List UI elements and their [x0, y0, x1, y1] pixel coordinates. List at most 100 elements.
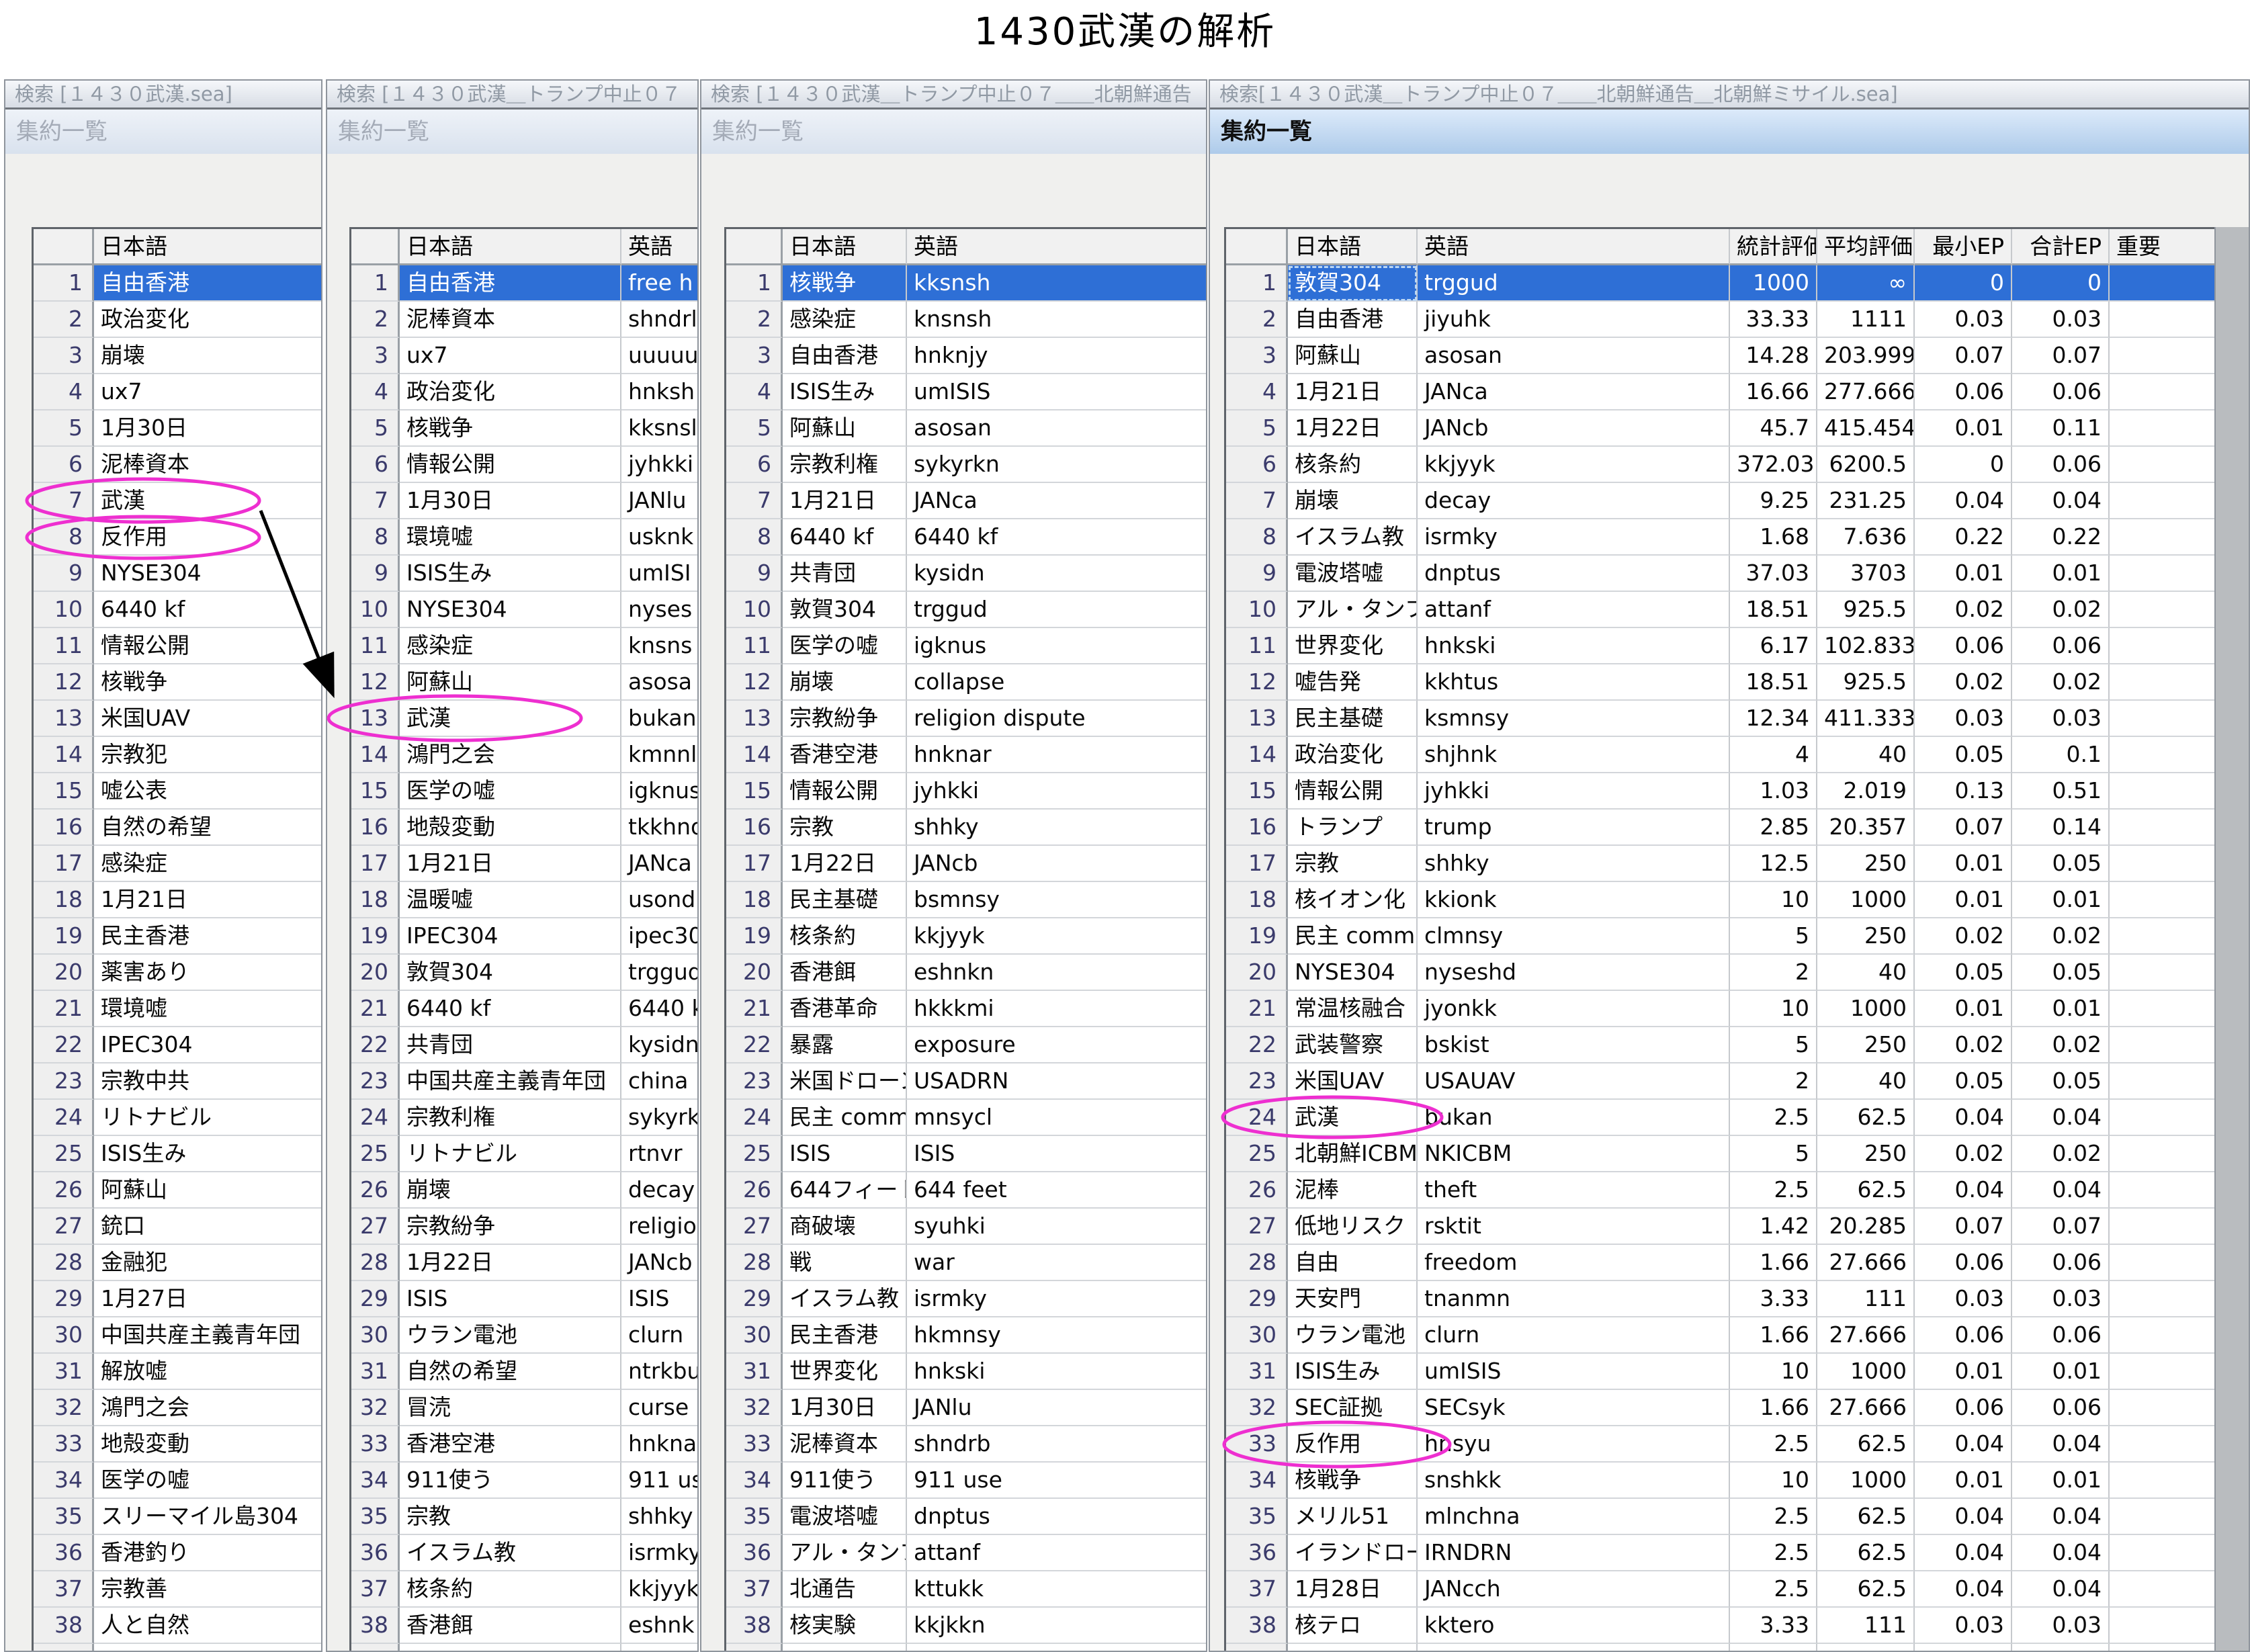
cell-s1[interactable]: 18.51 [1730, 592, 1817, 628]
cell-imp[interactable] [2110, 737, 2220, 773]
cell-en[interactable]: shhky [1418, 846, 1730, 882]
cell-num[interactable]: 7 [726, 483, 783, 519]
cell-ja[interactable]: 民主香港 [94, 918, 322, 955]
cell-num[interactable]: 24 [351, 1100, 400, 1136]
cell-en[interactable]: tkkhno [621, 810, 699, 846]
cell-en[interactable]: jyhkki [621, 447, 699, 483]
cell-num[interactable]: 4 [1226, 374, 1288, 410]
cell-en[interactable]: curse [621, 1390, 699, 1426]
cell-imp[interactable] [2110, 1100, 2220, 1136]
cell-s3[interactable]: 0.01 [1915, 991, 2012, 1027]
cell-ja[interactable]: 常温核融合 [1288, 991, 1418, 1027]
cell-en[interactable]: religio [621, 1209, 699, 1245]
cell-en[interactable]: trump [1418, 810, 1730, 846]
cell-num[interactable]: 28 [34, 1245, 94, 1281]
cell-ja[interactable]: 電波塔嘘 [1288, 556, 1418, 592]
cell-en[interactable]: kmnnl [621, 737, 699, 773]
cell-en[interactable]: 6440 kf [907, 519, 1207, 556]
cell-ja[interactable]: 香港空港 [400, 1426, 621, 1463]
cell-ja[interactable]: 電波塔嘘 [783, 1499, 907, 1535]
cell-en[interactable]: hnknar [907, 737, 1207, 773]
cell-s2[interactable]: 250 [1817, 1136, 1915, 1172]
cell-ja[interactable]: 共青団 [400, 1027, 621, 1063]
cell-s2[interactable]: 2.019 [1817, 773, 1915, 810]
cell-num[interactable]: 27 [351, 1209, 400, 1245]
cell-ja[interactable]: 情報公開 [400, 447, 621, 483]
cell-ja[interactable]: 崩壊 [94, 338, 322, 374]
cell-s1[interactable]: 37.03 [1730, 556, 1817, 592]
cell-ja[interactable]: ISIS [400, 1281, 621, 1317]
cell-s4[interactable]: 0.04 [2012, 1499, 2110, 1535]
cell-ja[interactable]: 1月21日 [400, 846, 621, 882]
cell-s2[interactable]: 1111 [1817, 302, 1915, 338]
cell-s4[interactable]: 0.02 [2012, 1027, 2110, 1063]
cell-num[interactable]: 22 [726, 1027, 783, 1063]
cell-imp[interactable] [2110, 701, 2220, 737]
cell-num[interactable]: 1 [34, 265, 94, 302]
cell-ja[interactable]: 温暖嘘 [400, 882, 621, 918]
cell-ja[interactable]: 解放嘘 [94, 1354, 322, 1390]
cell-ja[interactable]: 敦賀304 [400, 955, 621, 991]
cell-num[interactable]: 19 [1226, 918, 1288, 955]
cell-en[interactable]: JANlu [621, 483, 699, 519]
cell-s3[interactable]: 0.03 [1915, 1608, 2012, 1644]
cell-en[interactable]: dnptus [907, 1499, 1207, 1535]
cell-s4[interactable]: 0.04 [2012, 483, 2110, 519]
cell-num[interactable]: 17 [351, 846, 400, 882]
cell-imp[interactable] [2110, 882, 2220, 918]
cell-ja[interactable]: ISIS生み [94, 1136, 322, 1172]
cell-num[interactable]: 8 [351, 519, 400, 556]
cell-num[interactable]: 7 [1226, 483, 1288, 519]
cell-ja[interactable]: 自由香港 [1288, 302, 1418, 338]
cell-s3[interactable]: 0.07 [1915, 1209, 2012, 1245]
cell-num[interactable]: 37 [34, 1571, 94, 1608]
cell-ja[interactable]: 6440 kf [400, 991, 621, 1027]
cell-ja[interactable]: 自由香港 [783, 338, 907, 374]
cell-s2[interactable]: 925.5 [1817, 664, 1915, 701]
cell-s2[interactable]: 40 [1817, 1063, 1915, 1100]
cell-s4[interactable]: 0.05 [2012, 846, 2110, 882]
cell-imp[interactable] [2110, 1209, 2220, 1245]
cell-s4[interactable]: 0.14 [2012, 810, 2110, 846]
tab-aggregate-list[interactable]: 集約一覧 [327, 110, 697, 154]
cell-ja[interactable]: 世界変化 [1288, 628, 1418, 664]
cell-ja[interactable]: 1月21日 [1288, 374, 1418, 410]
cell-en[interactable]: isrmky [621, 1535, 699, 1571]
cell-s3[interactable]: 0.01 [1915, 882, 2012, 918]
cell-en[interactable]: hkkkmi [907, 991, 1207, 1027]
cell-num[interactable]: 30 [34, 1317, 94, 1354]
cell-en[interactable]: kkjyyk [1418, 447, 1730, 483]
cell-ja[interactable]: 1月30日 [94, 410, 322, 447]
cell-en[interactable]: JANcb [1418, 410, 1730, 447]
cell-ja[interactable]: 自然の希望 [400, 1354, 621, 1390]
cell-ja[interactable]: 中国共産主義青年団 [400, 1063, 621, 1100]
cell-num[interactable]: 35 [34, 1499, 94, 1535]
cell-en[interactable]: shhky [621, 1499, 699, 1535]
cell-num[interactable]: 14 [351, 737, 400, 773]
cell-ja[interactable]: 宗教利権 [783, 447, 907, 483]
cell-en[interactable]: kksnsl [621, 410, 699, 447]
cell-num[interactable]: 10 [351, 592, 400, 628]
cell-en[interactable]: hnknjy [907, 338, 1207, 374]
cell-ja[interactable]: 1月27日 [94, 1281, 322, 1317]
cell-s4[interactable]: 0.01 [2012, 1463, 2110, 1499]
cell-num[interactable]: 2 [351, 302, 400, 338]
cell-s2[interactable] [1817, 1644, 1915, 1652]
tab-aggregate-list[interactable]: 集約一覧 [1210, 110, 2249, 154]
cell-num[interactable]: 16 [34, 810, 94, 846]
cell-num[interactable]: 15 [34, 773, 94, 810]
cell-s3[interactable]: 0.01 [1915, 846, 2012, 882]
cell-ja[interactable]: イスラム教 [783, 1281, 907, 1317]
cell-ja[interactable]: リトナビル [400, 1136, 621, 1172]
cell-num[interactable]: 29 [726, 1281, 783, 1317]
cell-ja[interactable]: 医学の嘘 [400, 773, 621, 810]
cell-ja[interactable]: 共青団 [783, 556, 907, 592]
cell-en[interactable]: USADRN [907, 1063, 1207, 1100]
cell-num[interactable]: 28 [351, 1245, 400, 1281]
cell-s1[interactable]: 2.5 [1730, 1172, 1817, 1209]
cell-ja[interactable]: 1月22日 [1288, 410, 1418, 447]
tab-aggregate-list[interactable]: 集約一覧 [701, 110, 1206, 154]
cell-ja[interactable]: 鴻門之会 [94, 1390, 322, 1426]
cell-ja[interactable]: SEC証拠 [1288, 1390, 1418, 1426]
cell-ja[interactable]: 武漢 [400, 701, 621, 737]
